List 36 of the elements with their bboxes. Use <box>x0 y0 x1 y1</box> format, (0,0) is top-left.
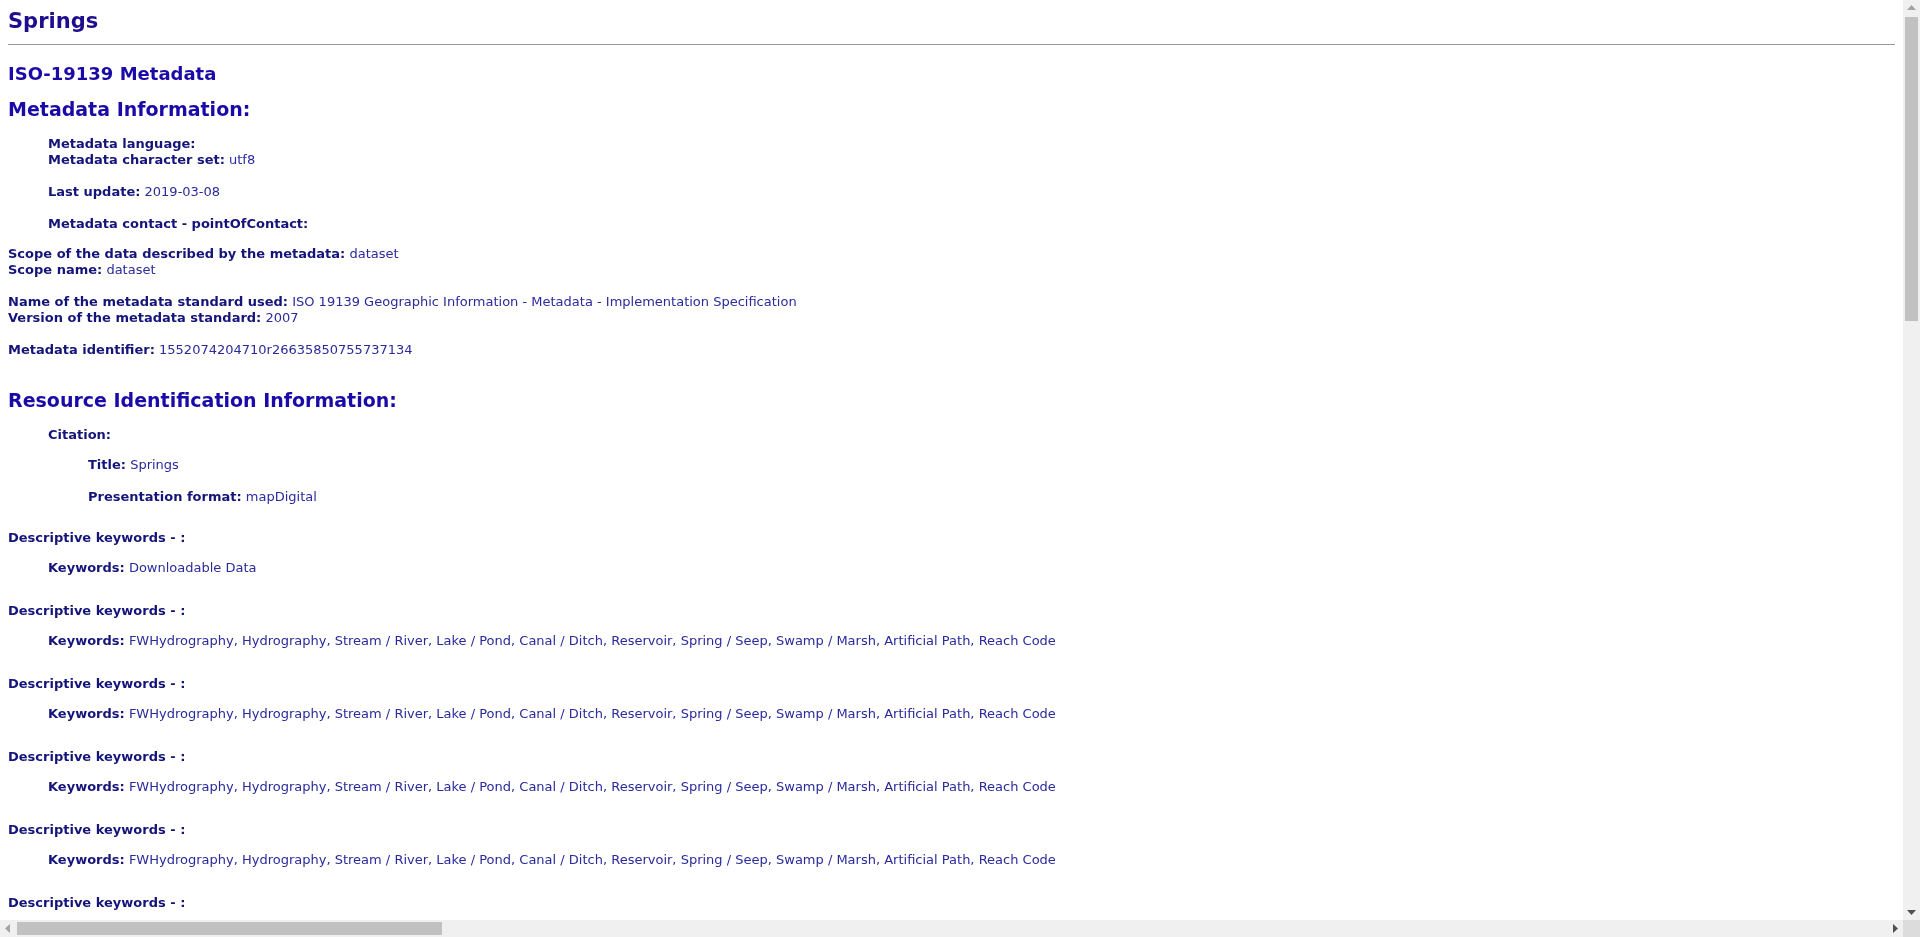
metadata-field: Keywords: FWHydrography, Hydrography, Stream / River, Lake / Pond, Canal / Ditch, Reservoir, Spring / Seep, Swamp / Marsh, Artificial Path, Reach Code <box>48 706 1895 722</box>
metadata-field: Presentation format: mapDigital <box>88 489 1895 505</box>
page-subtitle: ISO-19139 Metadata <box>8 62 218 86</box>
metadata-field: Metadata contact - pointOfContact: <box>48 216 1895 232</box>
scroll-down-icon[interactable] <box>1907 910 1916 915</box>
metadata-field: Keywords: FWHydrography, Hydrography, Stream / River, Lake / Pond, Canal / Ditch, Reservoir, Spring / Seep, Swamp / Marsh, Artificial Path, Reach Code <box>48 633 1895 649</box>
metadata-field: Keywords: Downloadable Data <box>48 560 1895 576</box>
metadata-field: Version of the metadata standard: 2007 <box>8 310 1895 326</box>
metadata-field: Metadata character set: utf8 <box>48 152 1895 168</box>
scrollbar-thumb[interactable] <box>17 922 442 935</box>
metadata-field: Scope of the data described by the metadata: dataset <box>8 246 1895 262</box>
section-heading: Metadata Information: <box>8 97 252 121</box>
metadata-field: Metadata language: <box>48 136 1895 152</box>
scroll-right-icon[interactable] <box>1893 924 1898 933</box>
page-title: Springs <box>8 8 100 34</box>
metadata-field: Descriptive keywords - : <box>8 822 1895 838</box>
metadata-field: Metadata identifier: 1552074204710r26635850755737134 <box>8 342 1895 358</box>
metadata-field: Descriptive keywords - : <box>8 603 1895 619</box>
metadata-field: Title: Springs <box>88 457 1895 473</box>
metadata-field: Name of the metadata standard used: ISO 19139 Geographic Information - Metadata - Implementation Specification <box>8 294 1895 310</box>
scroll-up-icon[interactable] <box>1907 5 1916 10</box>
scroll-left-icon[interactable] <box>5 924 10 933</box>
metadata-field: Scope name: dataset <box>8 262 1895 278</box>
metadata-field: Citation: <box>48 427 1895 443</box>
scrollbar-thumb[interactable] <box>1905 17 1918 321</box>
scrollbar-corner <box>1903 920 1920 937</box>
metadata-field: Last update: 2019-03-08 <box>48 184 1895 200</box>
metadata-field: Descriptive keywords - : <box>8 530 1895 546</box>
metadata-field: Keywords: FWHydrography, Hydrography, Stream / River, Lake / Pond, Canal / Ditch, Reservoir, Spring / Seep, Swamp / Marsh, Artificial Path, Reach Code <box>48 852 1895 868</box>
metadata-field: Descriptive keywords - : <box>8 676 1895 692</box>
metadata-field: Descriptive keywords - : <box>8 895 1895 911</box>
vertical-scrollbar[interactable] <box>1903 0 1920 920</box>
metadata-field: Descriptive keywords - : <box>8 749 1895 765</box>
section-heading: Resource Identification Information: <box>8 388 398 412</box>
metadata-field: Keywords: FWHydrography, Hydrography, Stream / River, Lake / Pond, Canal / Ditch, Reservoir, Spring / Seep, Swamp / Marsh, Artificial Path, Reach Code <box>48 779 1895 795</box>
horizontal-scrollbar[interactable] <box>0 920 1903 937</box>
